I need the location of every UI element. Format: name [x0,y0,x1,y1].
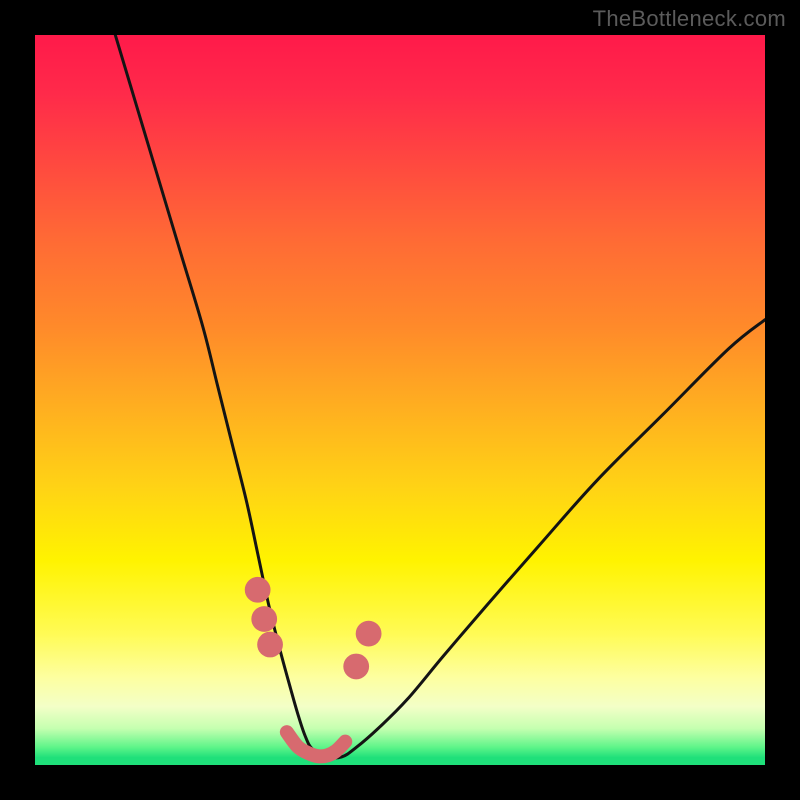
chart-frame: TheBottleneck.com [0,0,800,800]
bottleneck-curve [115,35,765,758]
curve-bottom-highlight [287,732,345,756]
curve-marker [356,621,382,647]
watermark-text: TheBottleneck.com [593,6,786,32]
curve-marker [251,606,277,632]
chart-plot [35,35,765,765]
curve-marker [343,654,369,680]
chart-svg [35,35,765,765]
curve-marker [257,632,283,658]
curve-markers [245,577,382,679]
curve-marker [245,577,271,603]
